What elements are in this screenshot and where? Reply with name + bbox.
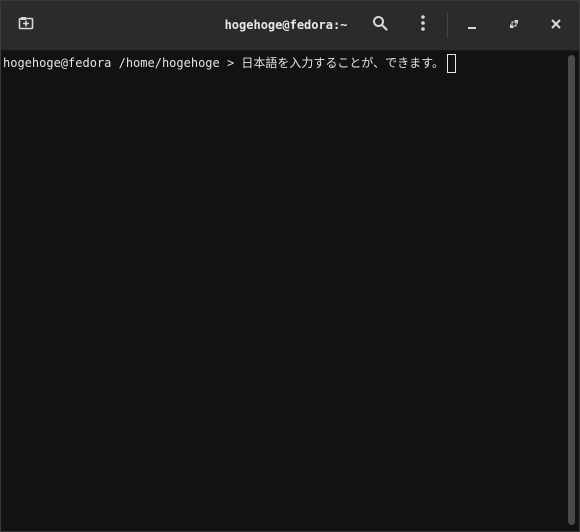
kebab-menu-icon bbox=[420, 14, 426, 37]
close-icon bbox=[550, 17, 562, 35]
minimize-button[interactable] bbox=[456, 1, 488, 50]
text-cursor bbox=[446, 53, 456, 73]
minimize-icon bbox=[466, 17, 478, 35]
new-tab-button[interactable] bbox=[9, 1, 43, 50]
close-button[interactable] bbox=[540, 1, 572, 50]
terminal-line: hogehoge@fedora /home/hogehoge > 日本語を入力す… bbox=[3, 53, 456, 73]
new-tab-icon bbox=[18, 15, 34, 36]
titlebar-separator bbox=[447, 13, 448, 38]
shell-prompt: hogehoge@fedora /home/hogehoge > bbox=[3, 56, 235, 70]
terminal-output[interactable]: hogehoge@fedora /home/hogehoge > 日本語を入力す… bbox=[1, 51, 563, 531]
menu-button[interactable] bbox=[406, 1, 440, 50]
scrollbar-thumb[interactable] bbox=[568, 55, 575, 525]
search-icon bbox=[372, 15, 388, 36]
typed-input: 日本語を入力することが、できます。 bbox=[241, 56, 444, 70]
maximize-button[interactable] bbox=[498, 1, 530, 50]
terminal-window: hogehoge@fedora:~ hogehoge@fedora /home/… bbox=[0, 0, 580, 532]
titlebar: hogehoge@fedora:~ bbox=[1, 1, 579, 51]
scrollbar[interactable] bbox=[563, 51, 579, 531]
restore-icon bbox=[508, 17, 520, 35]
search-button[interactable] bbox=[363, 1, 397, 50]
